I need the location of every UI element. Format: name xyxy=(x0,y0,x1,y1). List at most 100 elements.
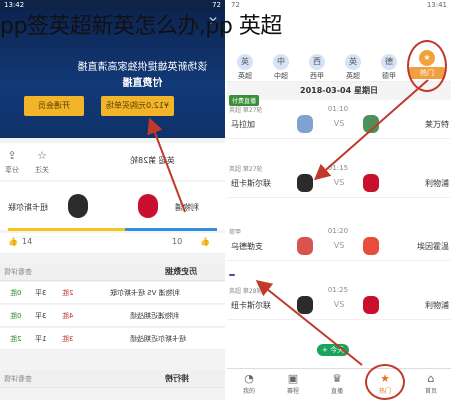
league-name: 西甲 xyxy=(310,72,324,80)
match-away: 利物浦 xyxy=(425,301,449,310)
newcastle-crest-icon xyxy=(68,194,88,218)
home-team-name: 利物浦 xyxy=(175,203,199,212)
history-draw-count: 1平 xyxy=(35,335,47,343)
match-vs: VS xyxy=(333,119,345,128)
home-icon: ⌂ xyxy=(427,372,435,385)
support-bar xyxy=(8,228,217,231)
match-info-row: ⇪ 分享 ☆ 关注 英超 第28轮 xyxy=(0,143,225,180)
match-time: 01:20 xyxy=(327,227,349,235)
match-row[interactable]: 英超 第27轮 01:15 纽卡斯尔联 VS 利物浦 xyxy=(227,160,451,198)
history-matchup: 利物浦 VS 纽卡斯尔联 xyxy=(110,289,180,297)
match-row[interactable]: 荷甲 01:20 乌德勒支 VS 埃因霍温 xyxy=(227,223,451,261)
history-loss-count: 2胜 xyxy=(62,289,74,297)
right-phone-screen: 72 13:41 英 英超 中 中超 西 西甲 英 英超 德 德甲 ★ 热门 2… xyxy=(227,0,451,400)
history-matchup: 纽卡斯尔近期战绩 xyxy=(130,335,186,343)
share-icon[interactable]: ⇪ xyxy=(2,149,22,162)
match-away: 利物浦 xyxy=(425,179,449,188)
history-win-count: 0胜 xyxy=(10,289,22,297)
banner-line-1: 该场新英雄提供独家高清直播 xyxy=(77,62,208,73)
share-label: 分享 xyxy=(5,166,19,174)
league-logo-icon: 英 xyxy=(345,54,361,70)
follow-label: 关注 xyxy=(35,166,49,174)
thumb-up-left-icon[interactable]: 👍 xyxy=(8,237,18,246)
tab-live[interactable]: ♛ 直播 xyxy=(317,372,357,395)
history-draw-count: 3平 xyxy=(35,289,47,297)
bottom-tab-bar: ◔ 我的 ▣ 赛程 ♛ 直播 ★ 热门 ⌂ 首页 xyxy=(227,368,451,400)
liverpool-crest-icon xyxy=(363,174,379,192)
match-vs: VS xyxy=(333,241,345,250)
paid-live-badge: 付费直播 xyxy=(229,95,260,106)
team-crest-icon xyxy=(297,237,313,255)
match-time: 01:15 xyxy=(327,164,349,172)
league-logo-icon: 英 xyxy=(237,54,253,70)
history-more-link[interactable]: 查看详情 xyxy=(4,267,32,277)
match-away: 莱万特 xyxy=(425,120,449,129)
match-league: 荷甲 xyxy=(229,229,242,236)
tab-schedule[interactable]: ▣ 赛程 xyxy=(273,372,313,395)
tab-label: 直播 xyxy=(330,388,343,395)
team-crest-icon xyxy=(363,237,379,255)
ranking-more-link[interactable]: 查看详情 xyxy=(4,374,32,384)
tab-label: 赛程 xyxy=(286,388,299,395)
support-bar-away xyxy=(125,228,217,231)
ranking-title: 排行榜 xyxy=(165,374,189,383)
match-time: 01:10 xyxy=(327,105,349,113)
league-logo-icon: 西 xyxy=(309,54,325,70)
match-home: 纽卡斯尔联 xyxy=(231,179,271,188)
tab-label: 我的 xyxy=(242,388,255,395)
match-away: 埃因霍温 xyxy=(417,242,449,251)
match-vs: VS xyxy=(333,300,345,309)
league-badge xyxy=(229,274,235,276)
league-logo-icon: 中 xyxy=(273,54,289,70)
overlay-title: pp签英超新英怎么办,pp 英超 xyxy=(0,14,282,39)
match-home: 乌德勒支 xyxy=(231,242,263,251)
ranking-section-header: 排行榜 查看详情 xyxy=(0,370,225,388)
league-name: 英超 xyxy=(238,72,252,80)
match-league: 英超 第28轮 xyxy=(229,288,263,295)
match-home: 马拉加 xyxy=(231,120,255,129)
tab-home[interactable]: ⌂ 首页 xyxy=(411,372,451,395)
match-league: 英超 第27轮 xyxy=(229,107,263,114)
follow-icon[interactable]: ☆ xyxy=(32,149,52,162)
left-phone-screen: 13:42 72 ✕ 该场新英雄提供独家高清直播 付费直播 开通会员 ¥12.0… xyxy=(0,0,225,400)
history-row: 2胜 1平 3胜 纽卡斯尔近期战绩 xyxy=(0,328,225,350)
match-title: 英超 第28轮 xyxy=(130,156,175,165)
trophy-icon: ♛ xyxy=(332,372,342,385)
thumb-up-right-icon[interactable]: 👍 xyxy=(200,237,210,246)
league-name: 中超 xyxy=(274,72,288,80)
tab-label: 首页 xyxy=(424,388,437,395)
history-row: 0胜 3平 2胜 利物浦 VS 纽卡斯尔联 xyxy=(0,282,225,304)
league-item[interactable]: 西 西甲 xyxy=(299,54,335,81)
today-button[interactable]: + 今天 xyxy=(317,344,350,356)
highlight-circle xyxy=(407,40,447,92)
newcastle-crest-icon xyxy=(297,174,313,192)
support-bar-home xyxy=(8,228,126,231)
history-row: 0胜 3平 4胜 利物浦近期战绩 xyxy=(0,305,225,327)
match-time: 01:25 xyxy=(327,286,349,294)
away-team-name: 纽卡斯尔联 xyxy=(8,203,48,212)
history-win-count: 0胜 xyxy=(10,312,22,320)
league-logo-icon: 德 xyxy=(381,54,397,70)
league-item[interactable]: 英 英超 xyxy=(227,54,263,81)
liverpool-crest-icon xyxy=(363,296,379,314)
league-name: 英超 xyxy=(346,72,360,80)
history-draw-count: 3平 xyxy=(35,312,47,320)
tab-mine[interactable]: ◔ 我的 xyxy=(229,372,269,395)
history-matchup: 利物浦近期战绩 xyxy=(130,312,179,320)
buy-single-button[interactable]: ¥12.0元购买单场 xyxy=(101,96,174,116)
thumbs-row: 👍 14 10 👍 xyxy=(0,233,225,253)
user-icon: ◔ xyxy=(244,372,254,385)
league-item[interactable]: 中 中超 xyxy=(263,54,299,81)
match-home: 纽卡斯尔联 xyxy=(231,301,271,310)
thumbs-left-count: 14 xyxy=(22,237,33,246)
history-loss-count: 4胜 xyxy=(62,312,74,320)
banner-line-2: 付费直播 xyxy=(122,78,163,89)
match-row[interactable]: 英超 第27轮 付费直播 01:10 马拉加 VS 莱万特 xyxy=(227,95,451,139)
match-vs: VS xyxy=(333,178,345,187)
history-loss-count: 3胜 xyxy=(62,335,74,343)
league-item[interactable]: 英 英超 xyxy=(335,54,371,81)
match-league: 英超 第27轮 xyxy=(229,166,263,173)
open-vip-button[interactable]: 开通会员 xyxy=(24,96,84,116)
league-item[interactable]: 德 德甲 xyxy=(371,54,407,81)
match-row[interactable]: 英超 第28轮 01:25 纽卡斯尔联 VS 利物浦 xyxy=(227,274,451,320)
